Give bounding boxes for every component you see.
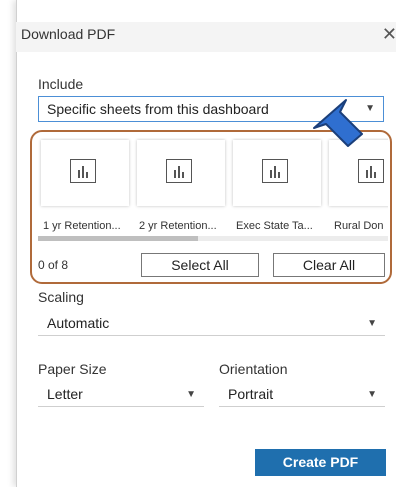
- sheet-label: 1 yr Retention...: [43, 220, 121, 232]
- paper-size-select[interactable]: Letter ▼: [38, 383, 204, 407]
- chevron-down-icon: ▼: [365, 103, 375, 114]
- bar-chart-icon: [262, 159, 288, 183]
- scaling-select[interactable]: Automatic ▼: [38, 312, 385, 336]
- select-all-button[interactable]: Select All: [141, 253, 259, 277]
- sheet-label: Rural Don: [334, 220, 384, 232]
- paper-size-label: Paper Size: [38, 361, 107, 377]
- sheet-scrollbar-thumb[interactable]: [38, 236, 198, 241]
- chevron-down-icon: ▼: [186, 389, 196, 400]
- chevron-down-icon: ▼: [367, 318, 377, 329]
- sheet-thumbnail-1[interactable]: [41, 140, 129, 206]
- paper-size-selected-value: Letter: [47, 386, 83, 402]
- close-icon[interactable]: ✕: [382, 24, 397, 45]
- selected-count: 0 of 8: [38, 258, 69, 272]
- sheet-label: Exec State Ta...: [236, 220, 313, 232]
- create-pdf-button[interactable]: Create PDF: [255, 449, 386, 476]
- bar-chart-icon: [358, 159, 384, 183]
- bar-chart-icon: [70, 159, 96, 183]
- pointer-arrow-icon: [313, 99, 363, 147]
- sheet-thumbnail-2[interactable]: [137, 140, 225, 206]
- include-selected-value: Specific sheets from this dashboard: [47, 101, 269, 117]
- orientation-select[interactable]: Portrait ▼: [219, 383, 385, 407]
- scaling-label: Scaling: [38, 289, 84, 305]
- chevron-down-icon: ▼: [367, 389, 377, 400]
- sheet-label: 2 yr Retention...: [139, 220, 217, 232]
- orientation-label: Orientation: [219, 361, 288, 377]
- dialog-title: Download PDF: [21, 26, 116, 42]
- bar-chart-icon: [166, 159, 192, 183]
- include-label: Include: [38, 76, 84, 92]
- sheet-thumbnail-strip[interactable]: 1 yr Retention... 2 yr Retention... Exec…: [38, 138, 388, 242]
- orientation-selected-value: Portrait: [228, 386, 274, 402]
- scaling-selected-value: Automatic: [47, 315, 110, 331]
- clear-all-button[interactable]: Clear All: [273, 253, 385, 277]
